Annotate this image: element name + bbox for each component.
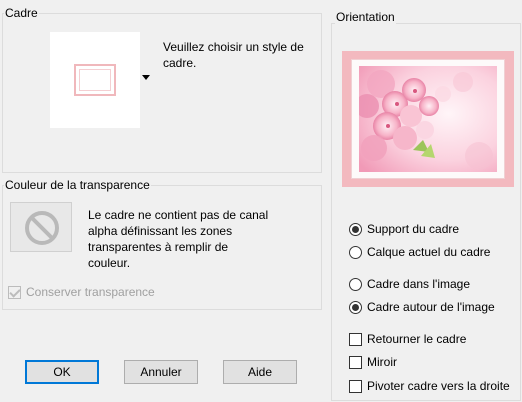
cadre-group-title: Cadre — [4, 6, 39, 20]
orientation-group-title: Orientation — [335, 10, 396, 24]
annuler-button[interactable]: Annuler — [124, 360, 198, 384]
ok-button[interactable]: OK — [25, 360, 99, 384]
miroir-checkbox[interactable]: Miroir — [349, 355, 397, 369]
no-entry-icon — [25, 211, 59, 245]
checkbox-box — [349, 379, 362, 393]
radio-dot — [349, 245, 362, 259]
cherry-blossom-picture — [359, 66, 497, 172]
calque-actuel-radio[interactable]: Calque actuel du cadre — [349, 245, 490, 259]
checkbox-box — [349, 332, 362, 346]
cadre-dans-image-radio[interactable]: Cadre dans l'image — [349, 277, 470, 291]
transparence-message: Le cadre ne contient pas de canal alpha … — [88, 208, 269, 270]
calque-actuel-label: Calque actuel du cadre — [367, 245, 491, 259]
pivoter-cadre-checkbox[interactable]: Pivoter cadre vers la droite — [349, 379, 510, 393]
radio-dot — [349, 222, 362, 236]
frame-mat — [351, 59, 505, 179]
transparency-color-swatch[interactable] — [10, 202, 72, 252]
cadre-dans-image-label: Cadre dans l'image — [367, 277, 471, 291]
cherry-blossom-image — [359, 66, 497, 172]
conserver-transparence-checkbox[interactable]: Conserver transparence — [8, 285, 155, 299]
frame-style-dropdown-icon[interactable] — [142, 75, 150, 80]
cadre-autour-image-label: Cadre autour de l'image — [367, 300, 495, 314]
miroir-label: Miroir — [367, 355, 397, 369]
transparence-group-title: Couleur de la transparence — [4, 178, 151, 192]
checkbox-box — [8, 285, 21, 299]
pivoter-label: Pivoter cadre vers la droite — [367, 379, 510, 393]
retourner-label: Retourner le cadre — [367, 332, 467, 346]
support-du-cadre-radio[interactable]: Support du cadre — [349, 222, 459, 236]
conserver-transparence-label: Conserver transparence — [26, 285, 155, 299]
orientation-preview — [342, 51, 514, 187]
retourner-cadre-checkbox[interactable]: Retourner le cadre — [349, 332, 466, 346]
checkbox-box — [349, 355, 362, 369]
cadre-message: Veuillez choisir un style de cadre. — [163, 40, 304, 70]
aide-button[interactable]: Aide — [223, 360, 297, 384]
frame-thumbnail — [74, 64, 116, 96]
frame-style-preview[interactable] — [50, 32, 140, 128]
support-du-cadre-label: Support du cadre — [367, 222, 460, 236]
radio-dot — [349, 277, 362, 291]
cadre-autour-image-radio[interactable]: Cadre autour de l'image — [349, 300, 495, 314]
radio-dot — [349, 300, 362, 314]
